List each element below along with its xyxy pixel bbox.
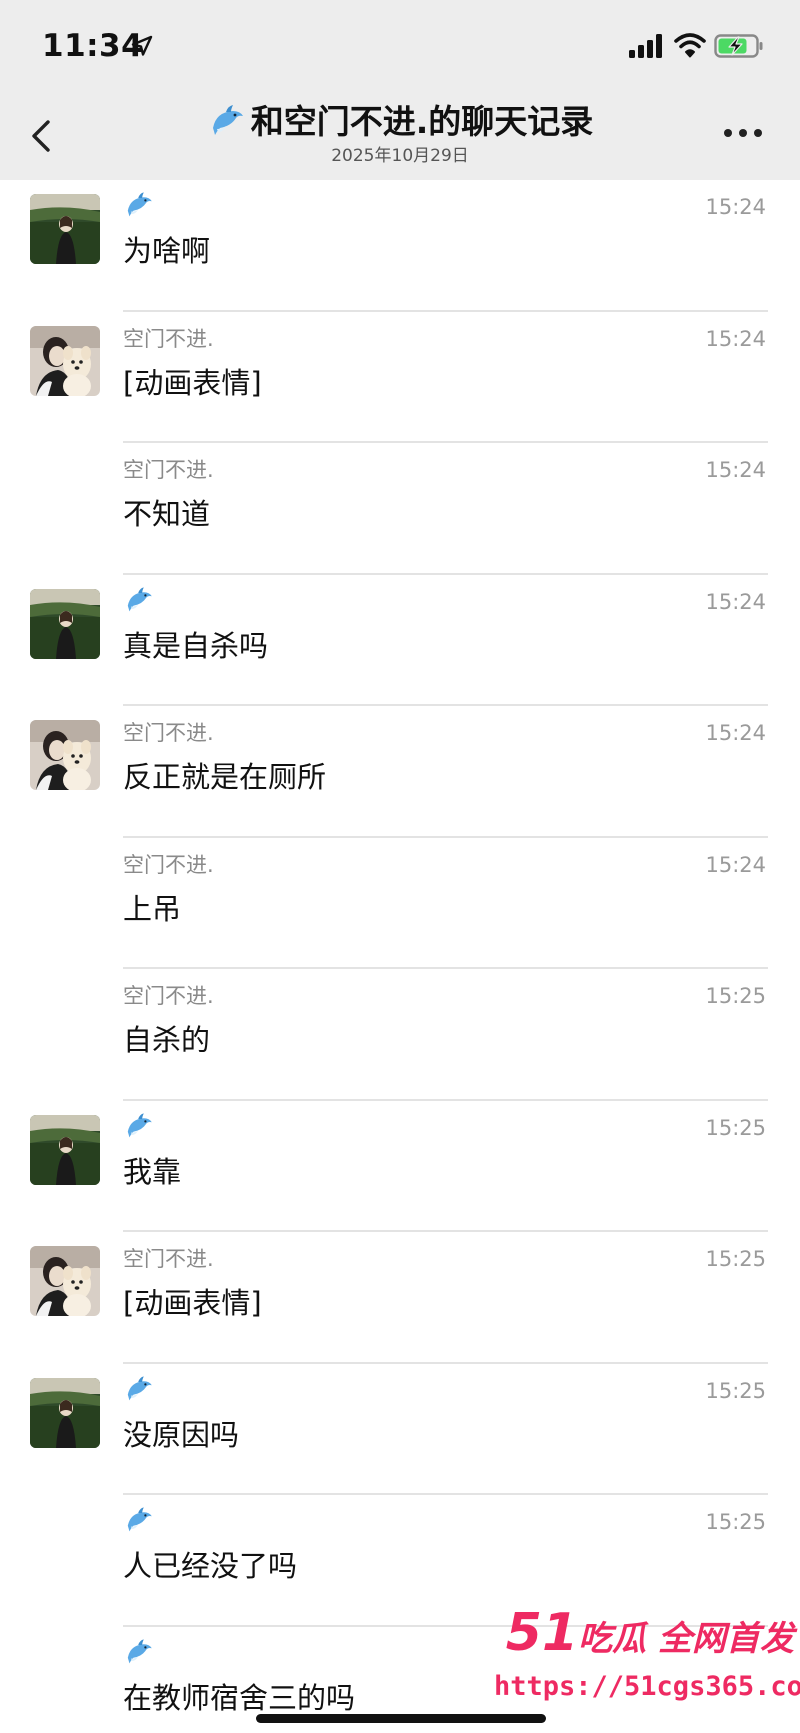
sender-name: 空门不进. (123, 852, 214, 877)
back-button[interactable] (24, 112, 60, 160)
message-time: 15:24 (705, 458, 766, 482)
message-time: 15:24 (705, 589, 766, 614)
message-text[interactable]: [动画表情] (123, 362, 262, 404)
watermark-brand: 51吃瓜 全网首发 (494, 1605, 794, 1667)
message-text[interactable]: 没原因吗 (123, 1414, 239, 1456)
message-text[interactable]: 为啥啊 (123, 230, 210, 272)
location-arrow-icon (131, 35, 153, 56)
avatar-contact[interactable] (30, 325, 100, 396)
message-time: 15:25 (705, 1247, 766, 1271)
sender-name: 空门不进. (123, 326, 214, 351)
message-row[interactable]: 空门不进. 15:24 [动画表情] (0, 312, 800, 443)
message-time: 15:24 (705, 326, 766, 351)
message-row[interactable]: 空门不进. 15:24 反正就是在厕所 (0, 706, 800, 838)
avatar-self[interactable] (30, 588, 100, 659)
watermark: 51吃瓜 全网首发 https://51cgs365.com (494, 1605, 800, 1715)
dolphin-icon (123, 1111, 155, 1143)
message-text[interactable]: 上吊 (123, 888, 181, 930)
message-row[interactable]: 空门不进. 15:24 上吊 (0, 838, 800, 969)
message-text[interactable]: [动画表情] (123, 1282, 262, 1324)
cellular-signal-icon (629, 34, 662, 58)
dolphin-icon (123, 1637, 155, 1669)
chat-history-screen: 11:34 和空门不进.的聊天记录 2025年10月29日 15:24 为啥啊 … (0, 0, 800, 1733)
avatar-contact[interactable] (30, 720, 100, 790)
sender-name: 空门不进. (123, 1247, 214, 1271)
chat-title-text: 和空门不进.的聊天记录 (250, 102, 594, 141)
dolphin-icon (123, 1374, 155, 1406)
sender-name: 空门不进. (123, 984, 214, 1008)
battery-charging-icon (714, 34, 763, 58)
message-time: 15:25 (705, 1510, 766, 1534)
message-text[interactable]: 自杀的 (123, 1019, 210, 1061)
message-row[interactable]: 15:25 没原因吗 (0, 1364, 800, 1495)
avatar-self[interactable] (30, 194, 100, 264)
dolphin-icon (212, 105, 243, 135)
top-bar: 11:34 和空门不进.的聊天记录 2025年10月29日 (0, 0, 800, 180)
dolphin-icon (123, 585, 155, 617)
message-text[interactable]: 在教师宿舍三的吗 (123, 1677, 355, 1719)
avatar-self[interactable] (30, 1377, 100, 1448)
watermark-url: https://51cgs365.com (494, 1671, 800, 1702)
watermark-brand-text: 吃瓜 全网首发 (578, 1619, 794, 1659)
message-text[interactable]: 我靠 (123, 1151, 181, 1193)
dolphin-icon (123, 1505, 155, 1537)
message-text[interactable]: 反正就是在厕所 (123, 756, 326, 798)
home-indicator (256, 1714, 546, 1723)
message-time: 15:24 (705, 195, 766, 219)
message-time: 15:25 (705, 984, 766, 1008)
message-time: 15:25 (705, 1115, 766, 1140)
message-row[interactable]: 空门不进. 15:25 [动画表情] (0, 1232, 800, 1364)
message-list[interactable]: 15:24 为啥啊空门不进. 15:24 [动画表情] 空门不进. 15:24 不知道 15:… (0, 180, 800, 1733)
sender-name: 空门不进. (123, 458, 214, 482)
message-text[interactable]: 真是自杀吗 (123, 625, 268, 667)
chat-title: 和空门不进.的聊天记录 (207, 98, 594, 146)
message-time: 15:24 (705, 852, 766, 877)
chat-title-block: 和空门不进.的聊天记录 2025年10月29日 (150, 98, 650, 168)
sender-name: 空门不进. (123, 721, 214, 745)
message-text[interactable]: 不知道 (123, 493, 210, 535)
message-row[interactable]: 15:25 我靠 (0, 1101, 800, 1232)
more-options-button[interactable] (720, 118, 766, 148)
message-row[interactable]: 空门不进. 15:25 自杀的 (0, 969, 800, 1101)
message-time: 15:25 (705, 1378, 766, 1403)
message-time: 15:24 (705, 721, 766, 745)
status-time: 11:34 (42, 28, 144, 64)
message-row[interactable]: 15:24 真是自杀吗 (0, 575, 800, 706)
chat-date: 2025年10月29日 (331, 146, 469, 166)
message-text[interactable]: 人已经没了吗 (123, 1545, 297, 1587)
wifi-icon (674, 33, 706, 58)
dolphin-icon (123, 190, 155, 222)
watermark-brand-number: 51 (505, 1603, 579, 1663)
message-row[interactable]: 15:24 为啥啊 (0, 180, 800, 312)
message-row[interactable]: 空门不进. 15:24 不知道 (0, 443, 800, 575)
avatar-self[interactable] (30, 1114, 100, 1185)
avatar-contact[interactable] (30, 1246, 100, 1316)
